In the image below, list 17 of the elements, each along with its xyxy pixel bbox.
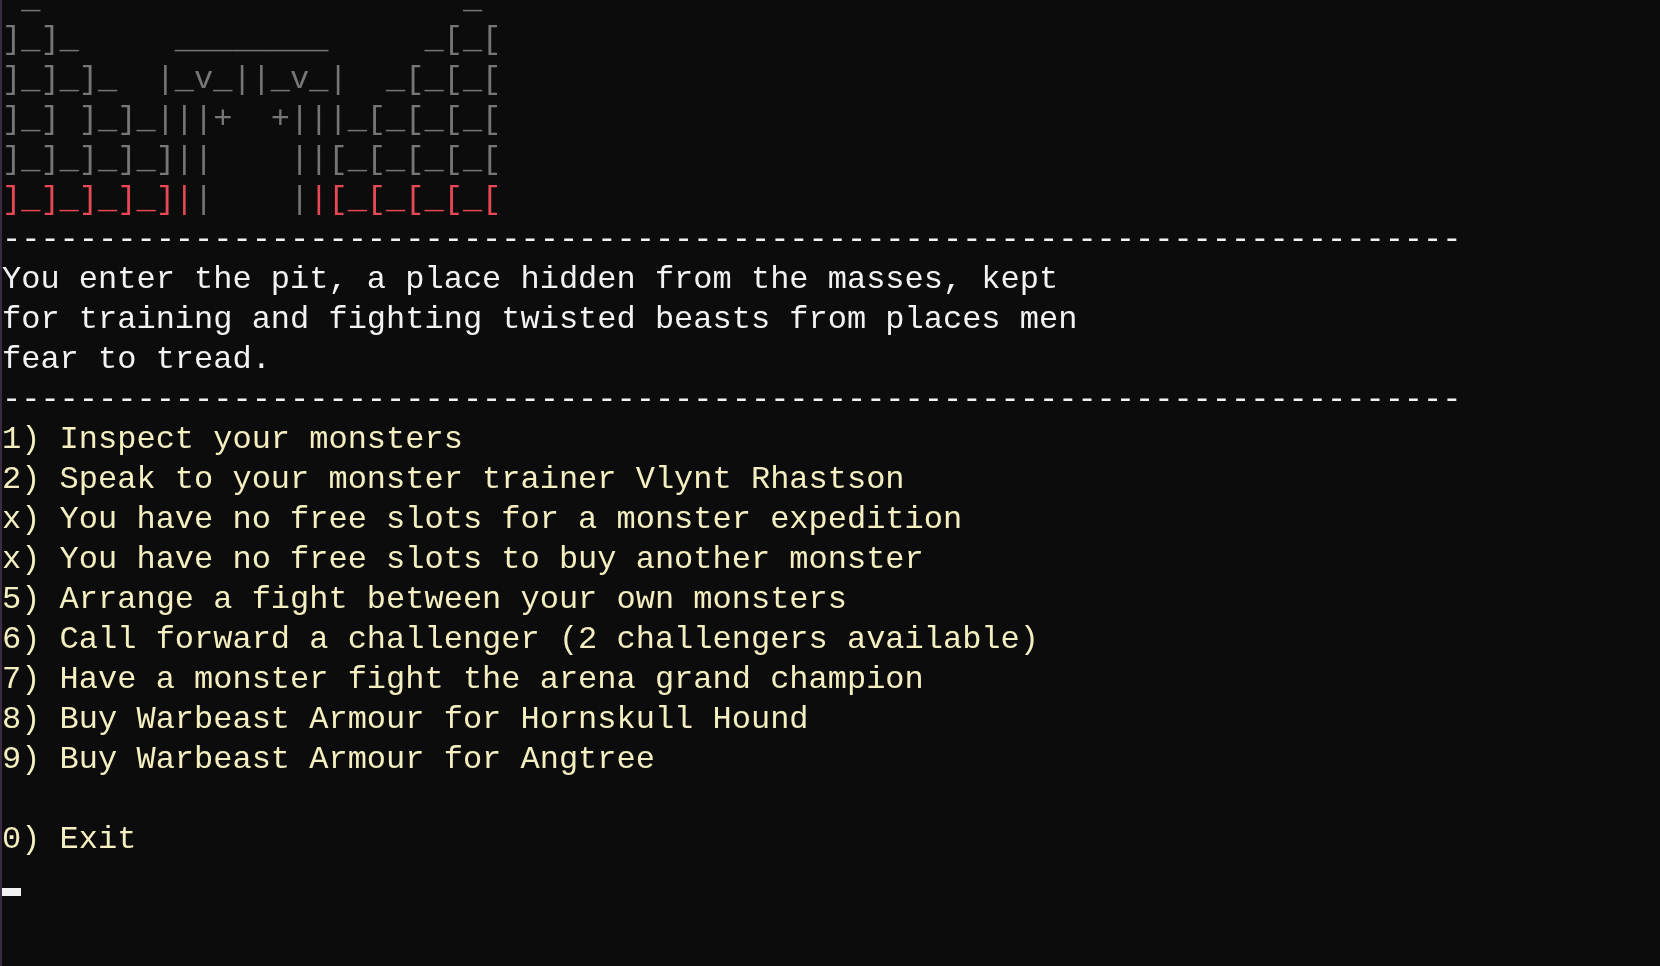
exit-option: 0) Exit xyxy=(2,820,137,860)
ascii-art-logo: _ _ ]_]_ ________ _[_[ ]_]_]_ |_v_||_v_| _[_[_[ ]_] ]_]_|||+ +|||_[_[_[_[ ]_]_]_]_]|| ||[_[_[_[_[ ]_]_]_]_]|| ||[_[_[_[_[ xyxy=(2,0,503,220)
description-text: You enter the pit, a place hidden from the masses, kept xyxy=(2,260,1059,300)
menu-option: 8) Buy Warbeast Armour for Hornskull Hound xyxy=(2,700,809,740)
menu-option: 1) Inspect your monsters xyxy=(2,420,463,460)
text-cursor xyxy=(2,888,21,896)
menu-option: 2) Speak to your monster trainer Vlynt Rhastson xyxy=(2,460,905,500)
menu-option: 9) Buy Warbeast Armour for Angtree xyxy=(2,740,655,780)
description-text: fear to tread. xyxy=(2,340,271,380)
menu-option: x) You have no free slots for a monster expedition xyxy=(2,500,963,540)
separator-line: ---------------------------------------------------------------------------- xyxy=(2,220,1462,260)
description-text: for training and fighting twisted beasts from places men xyxy=(2,300,1078,340)
separator-line: ---------------------------------------------------------------------------- xyxy=(2,380,1462,420)
menu-option: x) You have no free slots to buy another monster xyxy=(2,540,924,580)
menu-option: 5) Arrange a fight between your own monsters xyxy=(2,580,847,620)
menu-option: 7) Have a monster fight the arena grand champion xyxy=(2,660,924,700)
menu-option: 6) Call forward a challenger (2 challengers available) xyxy=(2,620,1039,660)
